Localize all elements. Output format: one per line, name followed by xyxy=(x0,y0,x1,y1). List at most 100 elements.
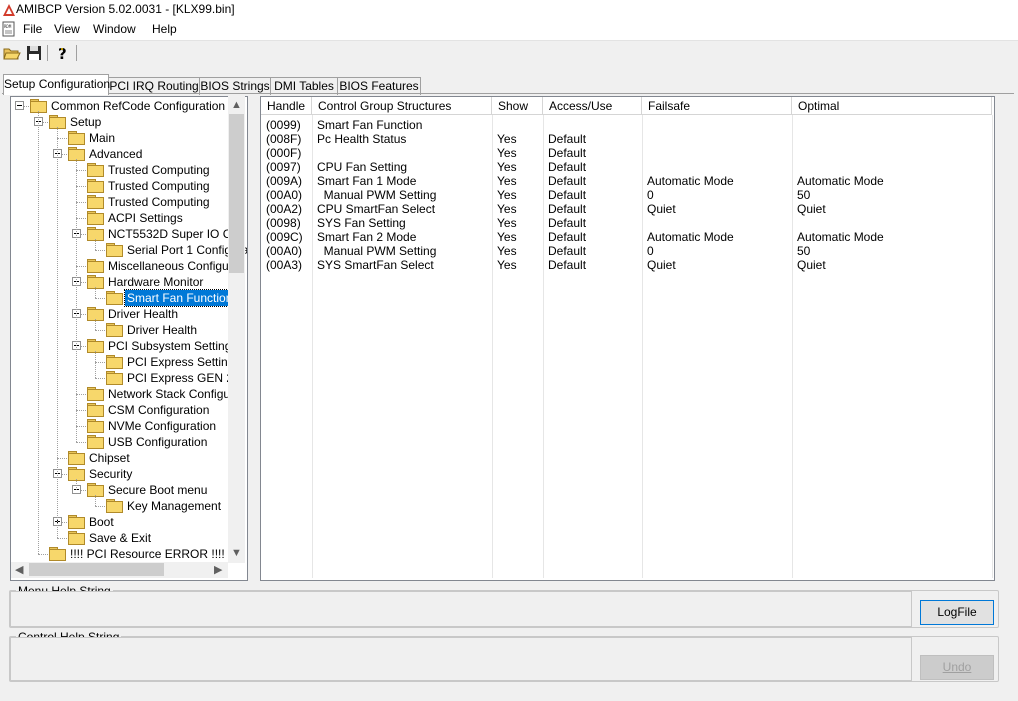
col-access-cell[interactable]: Default xyxy=(548,244,586,258)
tree-node[interactable]: Save & Exit xyxy=(11,530,241,546)
tree-node-label[interactable]: USB Configuration xyxy=(106,434,209,450)
tree-node[interactable]: Boot xyxy=(11,514,241,530)
tree-node-label[interactable]: PCI Subsystem Settings xyxy=(106,338,239,354)
col-failsafe-header[interactable]: Failsafe xyxy=(642,97,792,115)
col-optimal-cell[interactable]: 50 xyxy=(797,188,810,202)
col-control-group-cell[interactable]: SYS Fan Setting xyxy=(317,216,406,230)
col-access-cell[interactable]: Default xyxy=(548,146,586,160)
tree-node-label[interactable]: CSM Configuration xyxy=(106,402,211,418)
tree-vertical-scroll-thumb[interactable] xyxy=(229,114,244,273)
tree-node[interactable]: Secure Boot menu xyxy=(11,482,241,498)
col-show-cell[interactable]: Yes xyxy=(497,188,517,202)
tree-node-label[interactable]: Trusted Computing xyxy=(106,178,212,194)
tree-node-label[interactable]: Smart Fan Function xyxy=(123,289,236,307)
tree-node[interactable]: Driver Health xyxy=(11,306,241,322)
tree-node-label[interactable]: NVMe Configuration xyxy=(106,418,218,434)
tree-node-label[interactable]: Driver Health xyxy=(125,322,199,338)
col-show-cell[interactable]: Yes xyxy=(497,146,517,160)
tree-node-label[interactable]: Advanced xyxy=(87,146,144,162)
col-optimal-cell[interactable]: 50 xyxy=(797,244,810,258)
tree-node-label[interactable]: Miscellaneous Configurati xyxy=(106,258,247,274)
tree-node[interactable]: Common RefCode Configuration xyxy=(11,98,241,114)
col-show-cell[interactable]: Yes xyxy=(497,230,517,244)
tree-node[interactable]: PCI Express GEN 2 S xyxy=(11,370,244,386)
col-optimal-header[interactable]: Optimal xyxy=(792,97,992,115)
menu-help[interactable]: Help xyxy=(152,22,177,36)
tree-node[interactable]: Miscellaneous Configurati xyxy=(11,258,245,274)
tree-node[interactable]: Network Stack Configura xyxy=(11,386,241,402)
save-icon[interactable] xyxy=(24,43,44,63)
menu-window[interactable]: Window xyxy=(93,22,136,36)
col-show-cell[interactable]: Yes xyxy=(497,174,517,188)
col-handle-header[interactable]: Handle xyxy=(261,97,312,115)
col-access-cell[interactable]: Default xyxy=(548,174,586,188)
tree-node-label[interactable]: Trusted Computing xyxy=(106,162,212,178)
col-show-cell[interactable]: Yes xyxy=(497,244,517,258)
col-handle-cell[interactable]: (00A0) xyxy=(266,188,302,202)
col-show-header[interactable]: Show xyxy=(492,97,543,115)
col-access-cell[interactable]: Default xyxy=(548,230,586,244)
col-handle-cell[interactable]: (00A2) xyxy=(266,202,302,216)
tree-node-label[interactable]: Hardware Monitor xyxy=(106,274,205,290)
tree-node-label[interactable]: Save & Exit xyxy=(87,530,153,546)
tree-node-label[interactable]: Boot xyxy=(87,514,116,530)
col-access-header[interactable]: Access/Use xyxy=(543,97,642,115)
col-optimal-cell[interactable]: Automatic Mode xyxy=(797,174,884,188)
scroll-left-icon[interactable]: ◀ xyxy=(15,563,23,577)
tree-node-label[interactable]: Setup xyxy=(68,114,103,130)
tree-node[interactable]: Trusted Computing xyxy=(11,194,241,210)
col-handle-cell[interactable]: (00A3) xyxy=(266,258,302,272)
col-show-cell[interactable]: Yes xyxy=(497,216,517,230)
col-show-cell[interactable]: Yes xyxy=(497,202,517,216)
logfile-button[interactable]: LogFile xyxy=(920,600,994,625)
col-handle-cell[interactable]: (0099) xyxy=(266,118,301,132)
col-access-cell[interactable]: Default xyxy=(548,132,586,146)
tree-node[interactable]: NVMe Configuration xyxy=(11,418,241,434)
col-control-group-header[interactable]: Control Group Structures xyxy=(312,97,492,115)
tree-node[interactable]: !!!! PCI Resource ERROR !!!! xyxy=(11,546,241,562)
col-optimal-cell[interactable]: Automatic Mode xyxy=(797,230,884,244)
tree-node[interactable]: PCI Express Settings xyxy=(11,354,241,370)
tree-node[interactable]: Serial Port 1 Configura xyxy=(11,242,247,258)
col-access-cell[interactable]: Default xyxy=(548,202,586,216)
tree-node[interactable]: Driver Health xyxy=(11,322,241,338)
col-failsafe-cell[interactable]: Quiet xyxy=(647,258,676,272)
menu-file[interactable]: File xyxy=(23,22,42,36)
tree-node[interactable]: CSM Configuration xyxy=(11,402,241,418)
collapse-minus-icon[interactable] xyxy=(15,101,24,110)
col-access-cell[interactable]: Default xyxy=(548,160,586,174)
col-control-group-cell[interactable]: Manual PWM Setting xyxy=(317,188,437,202)
col-access-cell[interactable]: Default xyxy=(548,258,586,272)
scroll-up-icon[interactable]: ▲ xyxy=(231,98,242,112)
undo-button[interactable]: Undo xyxy=(920,655,994,680)
col-handle-cell[interactable]: (0098) xyxy=(266,216,301,230)
col-show-cell[interactable]: Yes xyxy=(497,132,517,146)
col-control-group-cell[interactable]: Pc Health Status xyxy=(317,132,406,146)
tab-setup-configuration[interactable]: Setup Configuration xyxy=(3,74,110,95)
tree-node-label[interactable]: Security xyxy=(87,466,134,482)
col-handle-cell[interactable]: (000F) xyxy=(266,146,301,160)
tree-node[interactable]: PCI Subsystem Settings xyxy=(11,338,241,354)
tree-node[interactable]: Trusted Computing xyxy=(11,178,241,194)
tree-node-label[interactable]: Key Management xyxy=(125,498,223,514)
col-optimal-cell[interactable]: Quiet xyxy=(797,258,826,272)
tree-node-label[interactable]: Trusted Computing xyxy=(106,194,212,210)
col-failsafe-cell[interactable]: 0 xyxy=(647,188,654,202)
col-control-group-cell[interactable]: CPU SmartFan Select xyxy=(317,202,435,216)
tree-node[interactable]: ACPI Settings xyxy=(11,210,241,226)
col-control-group-cell[interactable]: Smart Fan Function xyxy=(317,118,422,132)
col-handle-cell[interactable]: (009C) xyxy=(266,230,303,244)
tree-node-label[interactable]: PCI Express Settings xyxy=(125,354,242,370)
col-control-group-cell[interactable]: Manual PWM Setting xyxy=(317,244,437,258)
col-failsafe-cell[interactable]: Quiet xyxy=(647,202,676,216)
tree-node-label[interactable]: !!!! PCI Resource ERROR !!!! xyxy=(68,546,227,562)
tree-node-label[interactable]: Main xyxy=(87,130,117,146)
col-optimal-cell[interactable]: Quiet xyxy=(797,202,826,216)
col-handle-cell[interactable]: (0097) xyxy=(266,160,301,174)
tree-node[interactable]: Smart Fan Function xyxy=(11,289,241,307)
col-access-cell[interactable]: Default xyxy=(548,216,586,230)
tree-node-label[interactable]: Driver Health xyxy=(106,306,180,322)
col-control-group-cell[interactable]: CPU Fan Setting xyxy=(317,160,407,174)
scroll-right-icon[interactable]: ▶ xyxy=(214,563,222,577)
control-grid[interactable]: Handle Control Group Structures Show Access… xyxy=(260,96,995,581)
